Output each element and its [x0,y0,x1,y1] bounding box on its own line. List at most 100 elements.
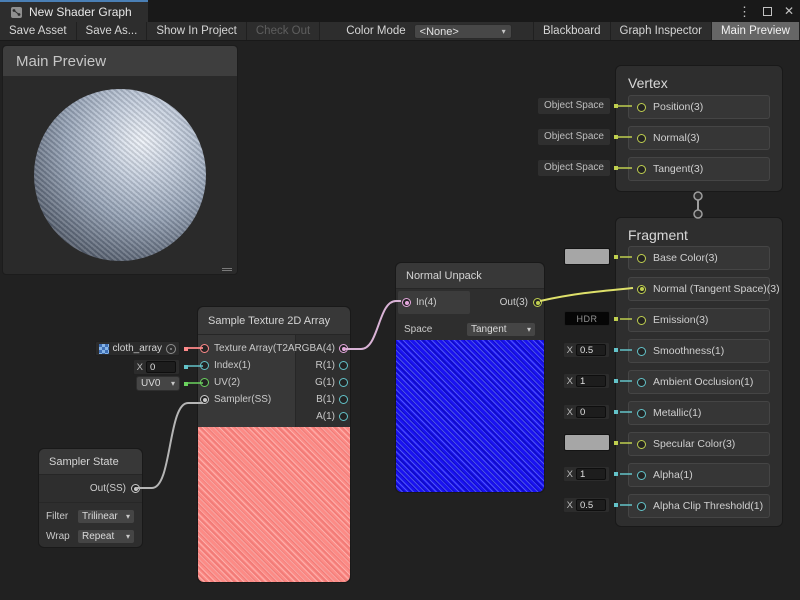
filter-value: Trilinear [82,511,118,522]
rgba-port[interactable] [339,344,348,353]
out-ss-label: Out(SS) [90,483,126,494]
show-in-project-button[interactable]: Show In Project [147,22,247,40]
sample-texture-2d-array-node[interactable]: Sample Texture 2D Array Texture Array(T2… [197,306,351,583]
save-as-button[interactable]: Save As... [77,22,148,40]
index-port[interactable] [200,361,209,370]
main-preview-body [3,76,237,274]
vertex-chain-handle[interactable] [694,192,702,200]
smoothness-port[interactable] [637,347,646,356]
a-port[interactable] [339,412,348,421]
fragment-slot-alpha[interactable]: Alpha(1) [628,463,770,487]
main-preview-header[interactable]: Main Preview [3,46,237,76]
input-index[interactable]: Index(1) [198,357,295,374]
fragment-slot-smoothness[interactable]: Smoothness(1) [628,339,770,363]
normal-unpack-node[interactable]: Normal Unpack In(4) Out(3) Space Tangent… [395,262,545,493]
uv-port[interactable] [200,378,209,387]
base-color-port[interactable] [637,254,646,263]
resize-handle-icon[interactable] [222,268,232,271]
tangent-port[interactable] [637,165,646,174]
input-sampler[interactable]: Sampler(SS) [198,391,295,408]
space-dropdown[interactable]: Tangent ▾ [466,322,536,337]
close-icon[interactable]: ✕ [784,5,794,17]
texture-object-field[interactable]: cloth_array [95,341,180,356]
rgba-label: RGBA(4) [294,343,335,354]
r-port[interactable] [339,361,348,370]
fragment-slot-specular-color[interactable]: Specular Color(3) [628,432,770,456]
emission-hdr-swatch[interactable]: HDR [564,311,610,326]
specular-color-swatch[interactable] [564,434,610,451]
ambient-occlusion-value-field[interactable]: 1 [576,375,606,387]
smoothness-value-field[interactable]: 0.5 [576,344,606,356]
tangent-label: Tangent(3) [653,163,703,175]
index-value-field[interactable]: 0 [146,361,176,373]
blackboard-toggle-button[interactable]: Blackboard [533,22,611,40]
input-texture-array[interactable]: Texture Array(T2A) [198,340,295,357]
output-rgba[interactable]: RGBA(4) [296,340,350,357]
x-label: X [137,362,143,373]
emission-port[interactable] [637,316,646,325]
output-b[interactable]: B(1) [296,391,350,408]
alpha-clip-label: Alpha Clip Threshold(1) [653,500,763,512]
output-r[interactable]: R(1) [296,357,350,374]
vertex-context-node[interactable]: Vertex Position(3) Normal(3) Tangent(3) [615,65,783,192]
fragment-context-node[interactable]: Fragment Base Color(3) Normal (Tangent S… [615,217,783,527]
window-menu-icon[interactable]: ⋮ [738,5,751,18]
fragment-slot-base-color[interactable]: Base Color(3) [628,246,770,270]
output-g[interactable]: G(1) [296,374,350,391]
tangent-space-badge[interactable]: Object Space [538,160,610,176]
position-port[interactable] [637,103,646,112]
filter-dropdown[interactable]: Trilinear ▾ [77,509,135,524]
normal-space-badge[interactable]: Object Space [538,129,610,145]
fragment-slot-metallic[interactable]: Metallic(1) [628,401,770,425]
texture-array-port[interactable] [200,344,209,353]
alpha-port[interactable] [637,471,646,480]
base-color-label: Base Color(3) [653,252,718,264]
sampler-state-node[interactable]: Sampler State Out(SS) Filter Trilinear ▾… [38,448,143,548]
color-mode-dropdown[interactable]: <None> ▾ [414,24,512,39]
graph-inspector-toggle-button[interactable]: Graph Inspector [611,22,712,40]
sampler-out-slot[interactable]: Out(SS) [39,475,142,503]
vertex-slot-tangent[interactable]: Tangent(3) [628,157,770,181]
fragment-slot-ambient-occlusion[interactable]: Ambient Occlusion(1) [628,370,770,394]
normal-unpack-in-slot[interactable]: In(4) [398,291,470,314]
ambient-occlusion-label: Ambient Occlusion(1) [653,376,753,388]
position-space-badge[interactable]: Object Space [538,98,610,114]
wrap-dropdown[interactable]: Repeat ▾ [77,529,135,544]
main-preview-panel: Main Preview [2,45,238,275]
specular-color-port[interactable] [637,440,646,449]
maximize-icon[interactable] [763,7,772,16]
ambient-occlusion-port[interactable] [637,378,646,387]
sampler-edge[interactable] [136,403,203,488]
vertex-slot-position[interactable]: Position(3) [628,95,770,119]
port-indicator-dot [184,347,188,351]
out-ss-port[interactable] [131,484,140,493]
fragment-slot-emission[interactable]: Emission(3) [628,308,770,332]
g-port[interactable] [339,378,348,387]
sampler-port[interactable] [200,395,209,404]
normal-unpack-out-slot[interactable]: Out(3) [500,297,544,308]
out-port[interactable] [533,298,542,307]
preview-sphere[interactable] [34,89,206,261]
normal-tangent-port[interactable] [637,285,646,294]
metallic-port[interactable] [637,409,646,418]
rgba-to-in-edge[interactable] [346,301,401,349]
base-color-swatch[interactable] [564,248,610,265]
uv-channel-dropdown[interactable]: UV0 ▾ [136,376,180,391]
b-port[interactable] [339,395,348,404]
normal-port[interactable] [637,134,646,143]
alpha-value-field[interactable]: 1 [576,468,606,480]
object-picker-icon[interactable] [166,344,176,354]
fragment-slot-normal-tangent[interactable]: Normal (Tangent Space)(3) [628,277,770,301]
in-port[interactable] [402,298,411,307]
alpha-clip-port[interactable] [637,502,646,511]
output-a[interactable]: A(1) [296,408,350,425]
input-uv[interactable]: UV(2) [198,374,295,391]
vertex-slot-normal[interactable]: Normal(3) [628,126,770,150]
graph-canvas[interactable]: Main Preview Vertex Position(3) Normal(3… [0,41,800,600]
main-preview-toggle-button[interactable]: Main Preview [712,22,800,40]
alpha-clip-value-field[interactable]: 0.5 [576,499,606,511]
save-asset-button[interactable]: Save Asset [0,22,77,40]
tab-new-shader-graph[interactable]: New Shader Graph [0,0,148,22]
metallic-value-field[interactable]: 0 [576,406,606,418]
fragment-slot-alpha-clip[interactable]: Alpha Clip Threshold(1) [628,494,770,518]
